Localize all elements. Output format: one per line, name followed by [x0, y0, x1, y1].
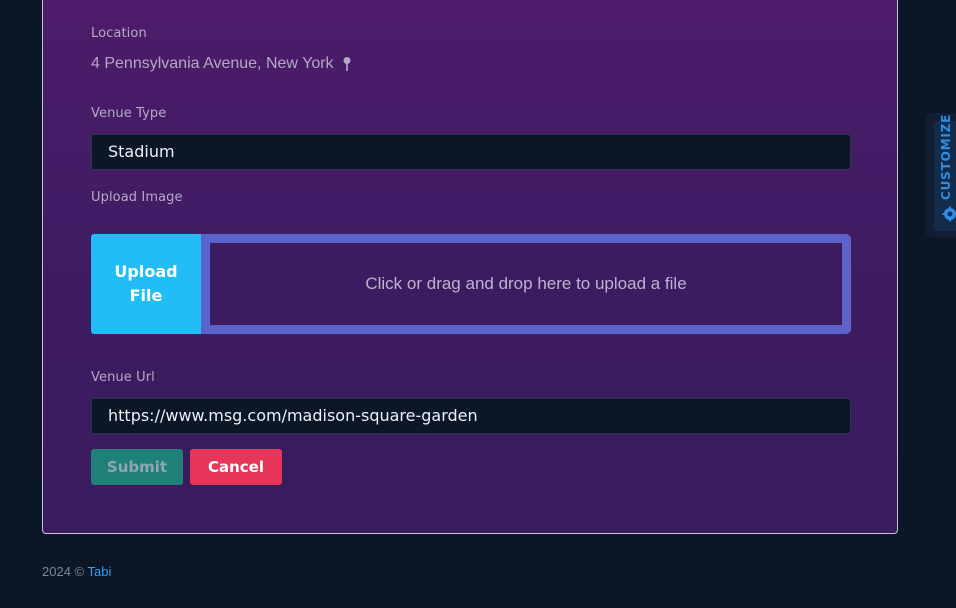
map-pin-icon [343, 57, 351, 71]
location-label: Location [91, 26, 147, 41]
submit-button[interactable]: Submit [91, 449, 183, 485]
footer: 2024 © Tabi [42, 564, 111, 579]
venue-url-field[interactable]: https://www.msg.com/madison-square-garde… [91, 398, 851, 434]
upload-file-button[interactable]: Upload File [91, 234, 201, 334]
file-dropzone[interactable]: Click or drag and drop here to upload a … [201, 234, 851, 334]
location-text: 4 Pennsylvania Avenue, New York [91, 55, 334, 72]
upload-file-label: Upload File [114, 262, 178, 305]
customize-panel-toggle[interactable]: CUSTOMIZE [926, 113, 956, 237]
footer-copyright: 2024 © [42, 564, 85, 579]
customize-label: CUSTOMIZE [939, 113, 953, 200]
dropzone-text: Click or drag and drop here to upload a … [365, 274, 687, 293]
venue-type-field[interactable]: Stadium [91, 134, 851, 170]
cancel-button[interactable]: Cancel [190, 449, 282, 485]
gear-icon [942, 206, 956, 222]
venue-url-label: Venue Url [91, 370, 155, 385]
upload-image-label: Upload Image [91, 190, 183, 205]
venue-form-card: Location 4 Pennsylvania Avenue, New York… [42, 0, 898, 534]
location-value: 4 Pennsylvania Avenue, New York [91, 55, 352, 73]
venue-type-label: Venue Type [91, 106, 167, 121]
footer-brand-link[interactable]: Tabi [88, 564, 112, 579]
